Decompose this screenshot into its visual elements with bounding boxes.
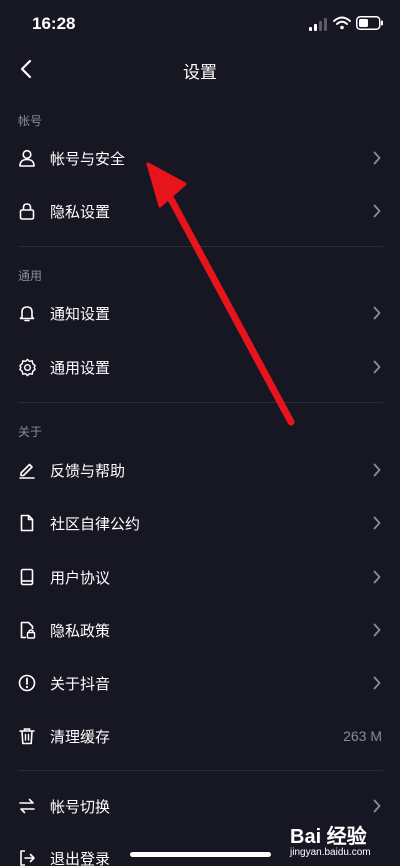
settings-row-clear-cache[interactable]: 清理缓存 263 M (0, 716, 400, 756)
user-icon (17, 148, 37, 168)
row-label: 帐号切换 (50, 797, 111, 816)
section-divider (18, 770, 383, 771)
row-label: 隐私设置 (50, 202, 111, 221)
settings-row-account-security[interactable]: 帐号与安全 (0, 138, 400, 178)
watermark: Bai 经验 jingyan.baidu.com (282, 818, 397, 864)
row-label: 隐私政策 (50, 621, 111, 640)
chevron-right-icon (373, 306, 383, 320)
chevron-right-icon (373, 360, 383, 374)
section-header-account: 帐号 (18, 114, 43, 128)
status-time: 16:28 (32, 14, 76, 33)
row-label: 清理缓存 (50, 727, 111, 746)
chevron-right-icon (373, 799, 383, 813)
row-label: 用户协议 (50, 568, 111, 587)
settings-row-privacy-policy[interactable]: 隐私政策 (0, 610, 400, 650)
section-divider (18, 246, 383, 247)
watermark-url: jingyan.baidu.com (290, 847, 371, 858)
chevron-right-icon (373, 463, 383, 477)
bell-icon (17, 303, 37, 323)
switch-icon (17, 796, 37, 816)
row-label: 社区自律公约 (50, 514, 141, 533)
pencil-icon (17, 460, 37, 480)
battery-icon (356, 16, 383, 30)
nav-bar: 设置 (0, 50, 400, 88)
trash-icon (17, 726, 37, 746)
status-bar: 16:28 (0, 0, 400, 50)
info-icon (17, 673, 37, 693)
chevron-right-icon (373, 676, 383, 690)
row-label: 反馈与帮助 (50, 461, 126, 480)
row-label: 关于抖音 (50, 674, 111, 693)
chevron-right-icon (373, 623, 383, 637)
settings-screen: 16:28 设置 帐号 帐号与安全 隐私设置 通用 通知设置 通用设置 关于 反… (0, 0, 400, 866)
row-label: 退出登录 (50, 849, 111, 866)
cache-size-value: 263 M (343, 728, 382, 744)
page-title: 设置 (183, 63, 217, 83)
settings-row-feedback-help[interactable]: 反馈与帮助 (0, 450, 400, 490)
cellular-signal-icon (309, 18, 327, 31)
logout-icon (17, 848, 37, 866)
section-header-general: 通用 (18, 269, 43, 283)
section-header-about: 关于 (18, 425, 43, 439)
book-icon (17, 567, 37, 587)
section-divider (18, 402, 383, 403)
settings-row-about-douyin[interactable]: 关于抖音 (0, 663, 400, 703)
chevron-right-icon (373, 516, 383, 530)
lock-icon (17, 201, 37, 221)
gear-icon (17, 357, 37, 377)
chevron-right-icon (373, 151, 383, 165)
row-label: 通用设置 (50, 358, 111, 377)
row-label: 帐号与安全 (50, 149, 126, 168)
settings-row-notification-settings[interactable]: 通知设置 (0, 293, 400, 333)
chevron-right-icon (373, 570, 383, 584)
settings-row-user-agreement[interactable]: 用户协议 (0, 557, 400, 597)
document-icon (17, 513, 37, 533)
wifi-icon (333, 16, 351, 30)
settings-row-community-guidelines[interactable]: 社区自律公约 (0, 503, 400, 543)
document-lock-icon (17, 620, 37, 640)
settings-row-general-settings[interactable]: 通用设置 (0, 347, 400, 387)
watermark-brand: Bai 经验 (290, 826, 367, 848)
settings-row-privacy-settings[interactable]: 隐私设置 (0, 191, 400, 231)
chevron-right-icon (373, 204, 383, 218)
home-indicator (130, 852, 271, 857)
row-label: 通知设置 (50, 304, 111, 323)
